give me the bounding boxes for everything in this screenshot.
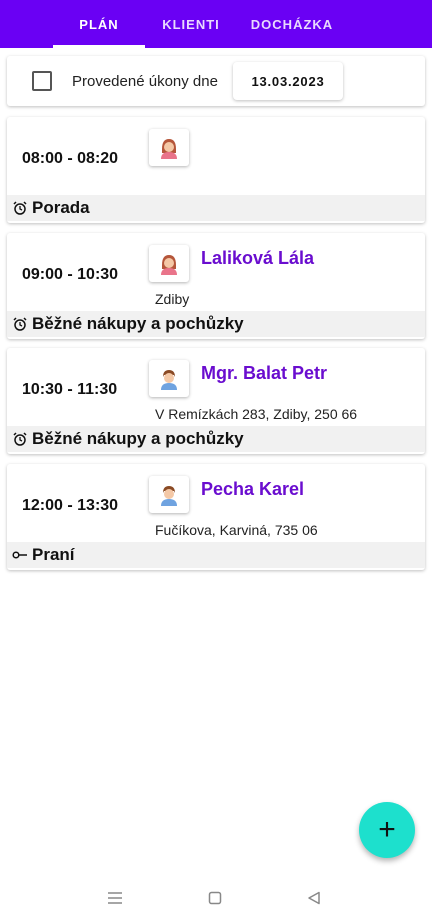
back-triangle-icon[interactable] xyxy=(302,886,326,910)
appointment-time: 08:00 - 08:20 xyxy=(22,150,119,167)
date-value: 13.03.2023 xyxy=(251,73,325,89)
add-appointment-button[interactable]: + xyxy=(359,802,415,858)
client-name[interactable]: Mgr. Balat Petr xyxy=(201,363,327,384)
task-bar: Praní xyxy=(7,542,425,568)
client-name[interactable]: Pecha Karel xyxy=(201,479,304,500)
completed-tasks-checkbox[interactable] xyxy=(32,71,52,91)
appointment-time: 09:00 - 10:30 xyxy=(22,266,119,283)
tab-plan-label: PLÁN xyxy=(79,16,119,32)
alarm-clock-icon xyxy=(9,317,31,331)
task-label: Praní xyxy=(32,545,75,564)
appointment-card[interactable]: 10:30 - 11:30 Mgr. Balat Petr V Remízkác… xyxy=(7,348,425,454)
tab-dochazka-label: DOCHÁZKA xyxy=(250,16,334,32)
appointment-time: 12:00 - 13:30 xyxy=(22,497,119,514)
male-avatar-icon xyxy=(149,360,189,397)
top-tab-bar: PLÁN KLIENTI DOCHÁZKA xyxy=(0,0,432,48)
appointment-card[interactable]: 12:00 - 13:30 Pecha Karel Fučíkova, Karv… xyxy=(7,464,425,570)
client-address: Zdiby xyxy=(155,291,190,307)
client-address: Fučíkova, Karviná, 735 06 xyxy=(155,522,318,538)
system-nav-bar xyxy=(0,876,432,920)
menu-icon[interactable] xyxy=(103,886,127,910)
female-avatar-icon xyxy=(149,245,189,282)
tab-plan[interactable]: PLÁN xyxy=(53,0,145,48)
date-picker-button[interactable]: 13.03.2023 xyxy=(233,62,343,100)
male-avatar-icon xyxy=(149,476,189,513)
task-bar: Porada xyxy=(7,195,425,221)
alarm-clock-icon xyxy=(9,201,31,215)
client-address: V Remízkách 283, Zdiby, 250 66 xyxy=(155,406,358,422)
appointment-card[interactable]: 08:00 - 08:20 Porada xyxy=(7,117,425,223)
completed-tasks-label: Provedené úkony dne xyxy=(72,73,218,90)
key-icon xyxy=(9,550,31,560)
active-tab-indicator xyxy=(53,45,145,48)
tab-klienti-label: KLIENTI xyxy=(162,16,220,32)
alarm-clock-icon xyxy=(9,432,31,446)
appointment-card[interactable]: 09:00 - 10:30 Laliková Lála Zdiby Běžné … xyxy=(7,233,425,339)
filter-card: Provedené úkony dne 13.03.2023 xyxy=(7,56,425,106)
home-square-icon[interactable] xyxy=(203,886,227,910)
client-name[interactable]: Laliková Lála xyxy=(201,248,314,269)
appointment-time: 10:30 - 11:30 xyxy=(22,381,118,398)
task-label: Běžné nákupy a pochůzky xyxy=(32,429,244,448)
task-bar: Běžné nákupy a pochůzky xyxy=(7,311,425,337)
task-label: Běžné nákupy a pochůzky xyxy=(32,314,244,333)
plus-icon: + xyxy=(378,813,396,846)
female-avatar-icon xyxy=(149,129,189,166)
task-bar: Běžné nákupy a pochůzky xyxy=(7,426,425,452)
tab-dochazka[interactable]: DOCHÁZKA xyxy=(237,0,347,48)
task-label: Porada xyxy=(32,198,90,217)
tab-klienti[interactable]: KLIENTI xyxy=(145,0,237,48)
